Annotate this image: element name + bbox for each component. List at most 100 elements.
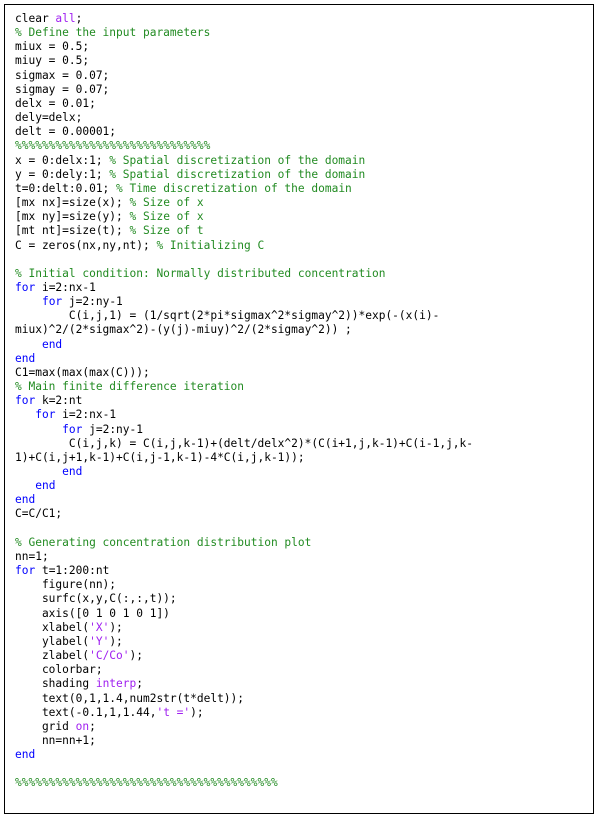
code-line: %%%%%%%%%%%%%%%%%%%%%%%%%%%%%%%%%%%%%%% [15, 776, 587, 790]
code-token: y = 0:dely:1; [15, 167, 110, 181]
code-line: text(-0.1,1,1.44,'t ='); [15, 706, 587, 720]
comment-token: %%%%%%%%%%%%%%%%%%%%%%%%%%%%% [15, 139, 211, 153]
code-line: dely=delx; [15, 111, 587, 125]
code-line: end [15, 479, 587, 493]
code-token: nn=1; [15, 549, 49, 563]
code-line: % Initial condition: Normally distribute… [15, 267, 587, 281]
code-token: j=2:ny-1 [62, 295, 123, 309]
code-line: [mx ny]=size(y); % Size of x [15, 210, 587, 224]
code-token: xlabel( [15, 620, 90, 634]
code-token: [mx ny]=size(y); [15, 210, 130, 224]
string-token: 'X' [89, 620, 110, 634]
code-token: miuy = 0.5; [15, 54, 90, 68]
code-line: end [15, 748, 587, 762]
code-line: for k=2:nt [15, 394, 587, 408]
string-token: 'C/Co' [89, 649, 130, 663]
keyword-token: for [15, 280, 36, 294]
code-line: xlabel('X'); [15, 621, 587, 635]
code-token: t=1:200:nt [35, 564, 110, 578]
code-line: % Main finite difference iteration [15, 380, 587, 394]
code-token: j=2:ny-1 [82, 422, 143, 436]
code-line: for j=2:ny-1 [15, 423, 587, 437]
code-token: sigmax = 0.07; [15, 68, 110, 82]
code-token: C = zeros(nx,ny,nt); [15, 238, 157, 252]
code-line: sigmay = 0.07; [15, 83, 587, 97]
code-token: [mx nx]=size(x); [15, 196, 130, 210]
code-line: C1=max(max(max(C))); [15, 366, 587, 380]
code-line: grid on; [15, 720, 587, 734]
code-token: axis([0 1 0 1 0 1]) [15, 606, 170, 620]
code-line: delx = 0.01; [15, 97, 587, 111]
code-token: ; [89, 719, 96, 733]
code-token: delx = 0.01; [15, 96, 96, 110]
code-line: for j=2:ny-1 [15, 295, 587, 309]
code-line: %%%%%%%%%%%%%%%%%%%%%%%%%%%%% [15, 139, 587, 153]
code-line: C = zeros(nx,ny,nt); % Initializing C [15, 239, 587, 253]
code-token: dely=delx; [15, 111, 83, 125]
code-line: [mx nx]=size(x); % Size of x [15, 196, 587, 210]
code-token: colorbar; [15, 663, 103, 677]
code-line: for t=1:200:nt [15, 564, 587, 578]
keyword-token: for [15, 564, 36, 578]
code-token: nn=nn+1; [15, 733, 96, 747]
code-line: zlabel('C/Co'); [15, 649, 587, 663]
code-line: y = 0:dely:1; % Spatial discretization o… [15, 168, 587, 182]
code-line: C(i,j,1) = (1/sqrt(2*pi*sigmax^2*sigmay^… [15, 309, 587, 323]
code-line: delt = 0.00001; [15, 125, 587, 139]
code-token: ); [109, 634, 123, 648]
code-line: 1)+C(i,j+1,k-1)+C(i,j-1,k-1)-4*C(i,j,k-1… [15, 451, 587, 465]
code-token: text(-0.1,1,1.44, [15, 705, 157, 719]
code-line: for i=2:nx-1 [15, 281, 587, 295]
comment-token: % Initial condition: Normally distribute… [15, 266, 386, 280]
code-line: nn=nn+1; [15, 734, 587, 748]
code-line: end [15, 465, 587, 479]
matlab-code-block: clear all;% Define the input parameters m… [15, 12, 587, 791]
code-line: axis([0 1 0 1 0 1]) [15, 607, 587, 621]
code-token: ); [109, 620, 123, 634]
code-token: ylabel( [15, 634, 90, 648]
comment-token: % Initializing C [156, 238, 265, 252]
code-line: miux = 0.5; [15, 40, 587, 54]
code-line: ylabel('Y'); [15, 635, 587, 649]
code-token: ); [190, 705, 204, 719]
code-token: shading [15, 677, 96, 691]
code-token: ; [136, 677, 143, 691]
string-token: interp [95, 677, 137, 691]
string-token: all [55, 12, 76, 25]
code-token: C(i,j,k) = C(i,j,k-1)+(delt/delx^2)*(C(i… [15, 436, 474, 450]
keyword-token: end [62, 465, 83, 478]
keyword-token: for [15, 394, 36, 408]
code-token: k=2:nt [35, 394, 83, 408]
code-token: miux)^2/(2*sigmax^2)-(y(j)-miuy)^2/(2*si… [15, 323, 352, 337]
code-line: end [15, 493, 587, 507]
code-line: % Define the input parameters [15, 26, 587, 40]
code-line: for i=2:nx-1 [15, 408, 587, 422]
code-token: surfc(x,y,C(:,:,t)); [15, 592, 177, 606]
keyword-token: for [41, 295, 63, 309]
code-token: C(i,j,1) = (1/sqrt(2*pi*sigmax^2*sigmay^… [15, 309, 440, 323]
comment-token: % Time discretization of the domain [116, 181, 352, 195]
comment-token: %%%%%%%%%%%%%%%%%%%%%%%%%%%%%%%%%%%%%%% [15, 776, 278, 790]
code-token: [mt nt]=size(t); [15, 224, 130, 238]
code-line: end [15, 338, 587, 352]
code-line: C(i,j,k) = C(i,j,k-1)+(delt/delx^2)*(C(i… [15, 437, 587, 451]
code-token: clear [15, 12, 56, 25]
code-token: x = 0:delx:1; [15, 153, 110, 167]
code-line: miuy = 0.5; [15, 54, 587, 68]
code-line: x = 0:delx:1; % Spatial discretization o… [15, 154, 587, 168]
keyword-token: end [15, 351, 36, 365]
code-token: figure(nn); [15, 578, 117, 592]
code-line: [mt nt]=size(t); % Size of t [15, 224, 587, 238]
comment-token: % Spatial discretization of the domain [109, 153, 366, 167]
code-token: text(0,1,1.4,num2str(t*delt)); [15, 691, 245, 705]
keyword-token: for [62, 422, 83, 436]
comment-token: % Generating concentration distribution … [15, 535, 312, 549]
code-line: figure(nn); [15, 578, 587, 592]
code-listing-frame: clear all;% Define the input parameters m… [4, 4, 594, 814]
code-token: delt = 0.00001; [15, 125, 117, 139]
